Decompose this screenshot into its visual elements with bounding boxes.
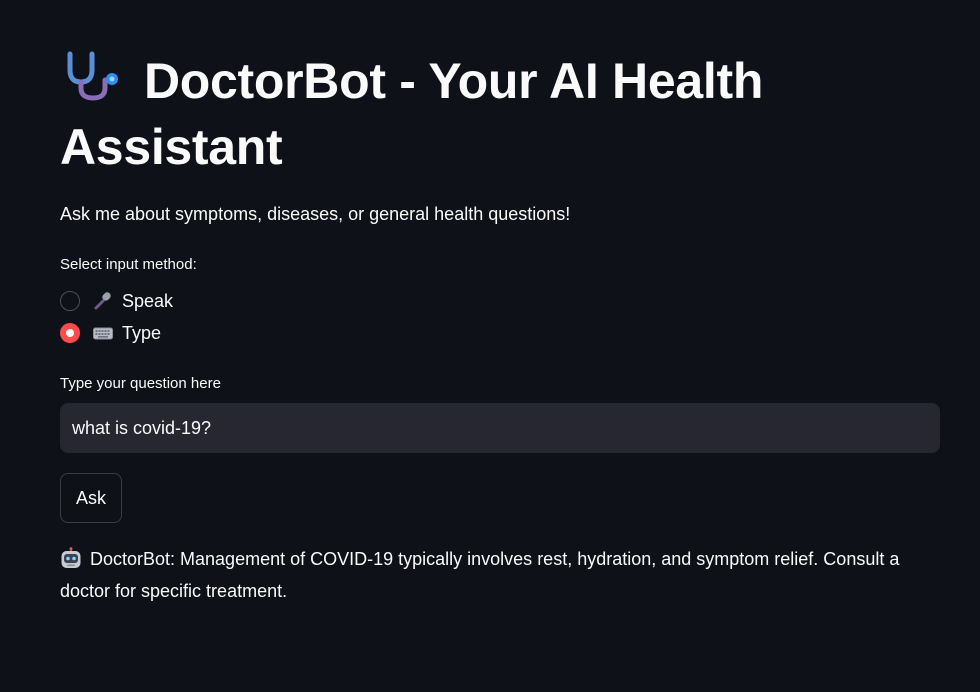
input-method-label: Select input method:	[60, 256, 197, 273]
radio-label-speak: Speak	[122, 291, 174, 311]
page-title-text: DoctorBot - Your AI Health Assistant	[60, 53, 764, 175]
radio-label-type: Type	[122, 323, 162, 343]
question-input-label: Type your question here	[60, 375, 221, 392]
radio-button-type[interactable]	[60, 323, 80, 343]
microphone-icon	[93, 291, 113, 311]
robot-icon	[60, 547, 82, 569]
radio-button-speak[interactable]	[60, 291, 80, 311]
ask-button[interactable]: Ask	[60, 473, 122, 523]
radio-option-speak[interactable]: Speak	[60, 289, 173, 313]
intro-subtitle: Ask me about symptoms, diseases, or gene…	[60, 204, 571, 224]
radio-option-type[interactable]: Type	[60, 321, 161, 345]
page-title: DoctorBot - Your AI Health Assistant	[60, 48, 920, 180]
bot-response-text: DoctorBot: Management of COVID-19 typica…	[60, 549, 900, 601]
bot-response: DoctorBot: Management of COVID-19 typica…	[60, 543, 940, 607]
app-page: DoctorBot - Your AI Health Assistant Ask…	[0, 0, 980, 692]
stethoscope-icon	[60, 48, 126, 104]
question-input[interactable]	[60, 403, 940, 453]
keyboard-icon	[93, 323, 113, 343]
